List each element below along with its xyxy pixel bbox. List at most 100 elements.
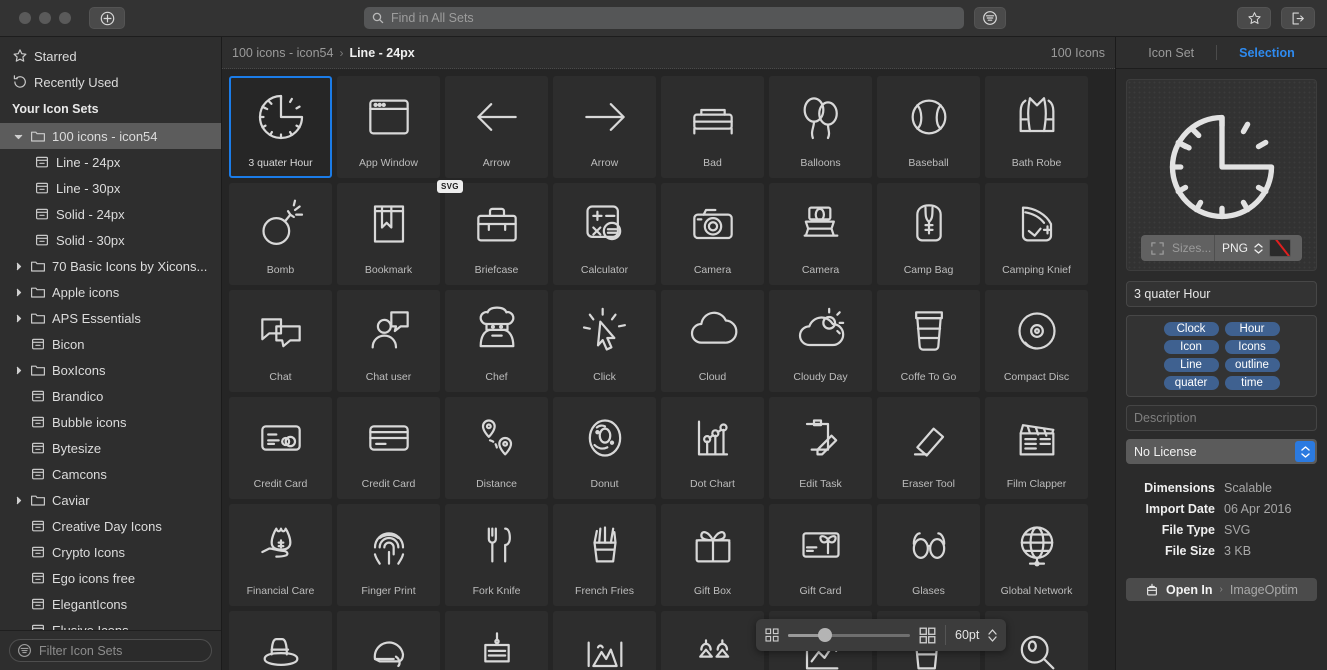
format-select[interactable]: PNG	[1215, 239, 1302, 257]
chevron-down-icon[interactable]	[1300, 452, 1310, 458]
sidebar-item-elusive-icons[interactable]: Elusive Icons	[0, 617, 221, 630]
sizes-button[interactable]: Sizes...	[1141, 241, 1214, 256]
sidebar-item-bytesize[interactable]: Bytesize	[0, 435, 221, 461]
icon-cell[interactable]: Arrow	[553, 76, 656, 178]
icon-cell[interactable]: Camera	[769, 183, 872, 285]
icon-cell[interactable]: Camp Bag	[877, 183, 980, 285]
small-grid-icon[interactable]	[765, 628, 779, 642]
size-stepper[interactable]	[988, 628, 997, 642]
icon-cell[interactable]: Chat user	[337, 290, 440, 392]
icon-cell[interactable]: Credit Card	[337, 397, 440, 499]
sidebar-item-bubble-icons[interactable]: Bubble icons	[0, 409, 221, 435]
sidebar-item-100-icons-icon54[interactable]: 100 icons - icon54	[0, 123, 221, 149]
add-button[interactable]	[89, 7, 125, 29]
tag[interactable]: Hour	[1224, 322, 1280, 336]
tag-list[interactable]: Clock Hour Icon Icons Line outline quater time	[1126, 315, 1317, 397]
icon-cell[interactable]: 3 quater Hour	[229, 76, 332, 178]
sidebar-item-bicon[interactable]: Bicon	[0, 331, 221, 357]
chevron-down-icon[interactable]	[12, 132, 24, 141]
icon-cell[interactable]: Eraser Tool	[877, 397, 980, 499]
icon-cell[interactable]: Film Clapper	[985, 397, 1088, 499]
icon-cell[interactable]: Compact Disc	[985, 290, 1088, 392]
search-input[interactable]: Find in All Sets	[364, 7, 964, 29]
icon-cell[interactable]	[337, 611, 440, 670]
icon-cell[interactable]	[661, 611, 764, 670]
icon-cell[interactable]: App Window	[337, 76, 440, 178]
filter-button[interactable]	[974, 7, 1006, 29]
chevron-right-icon[interactable]	[12, 496, 24, 505]
filter-icon-sets-input[interactable]: Filter Icon Sets	[9, 639, 212, 662]
chevron-right-icon[interactable]	[12, 366, 24, 375]
icon-cell[interactable]: Distance	[445, 397, 548, 499]
icon-size-slider[interactable]	[788, 628, 910, 642]
star-button[interactable]	[1237, 7, 1271, 29]
tag[interactable]: outline	[1224, 358, 1280, 372]
breadcrumb-parent[interactable]: 100 icons - icon54	[232, 46, 333, 60]
icon-cell[interactable]: Finger Print	[337, 504, 440, 606]
chevron-right-icon[interactable]	[12, 288, 24, 297]
icon-cell[interactable]: Gift Card	[769, 504, 872, 606]
open-in-button[interactable]: Open In › ImageOptim	[1126, 578, 1317, 601]
icon-cell[interactable]: Camera	[661, 183, 764, 285]
sidebar-item-camcons[interactable]: Camcons	[0, 461, 221, 487]
sidebar-item-boxicons[interactable]: BoxIcons	[0, 357, 221, 383]
sidebar-item-caviar[interactable]: Caviar	[0, 487, 221, 513]
icon-cell[interactable]: Baseball	[877, 76, 980, 178]
icon-cell[interactable]: SVG Briefcase	[437, 180, 548, 285]
sidebar-list[interactable]: Starred Recently Used Your Icon Sets 100 ic…	[0, 37, 221, 630]
sidebar-item-line-24px[interactable]: Line - 24px	[0, 149, 221, 175]
icon-cell[interactable]: French Fries	[553, 504, 656, 606]
export-button[interactable]	[1281, 7, 1315, 29]
icon-cell[interactable]: Cloudy Day	[769, 290, 872, 392]
size-control-bar[interactable]: 60pt	[756, 619, 1007, 651]
tab-selection[interactable]: Selection	[1217, 46, 1317, 60]
chevron-up-icon[interactable]	[1300, 445, 1310, 451]
license-select[interactable]: No License	[1126, 439, 1317, 464]
icon-cell[interactable]: Chef	[445, 290, 548, 392]
icon-cell[interactable]: Click	[553, 290, 656, 392]
icon-cell[interactable]: Donut	[553, 397, 656, 499]
icon-cell[interactable]: Camping Knief	[985, 183, 1088, 285]
close-button[interactable]	[19, 12, 31, 24]
icon-cell[interactable]: Fork Knife	[445, 504, 548, 606]
tag[interactable]: Clock	[1163, 322, 1219, 336]
zoom-button[interactable]	[59, 12, 71, 24]
sidebar-item-aps-essentials[interactable]: APS Essentials	[0, 305, 221, 331]
icon-cell[interactable]: Bookmark	[337, 183, 440, 285]
icon-name-input[interactable]: 3 quater Hour	[1126, 281, 1317, 307]
color-swatch[interactable]	[1269, 239, 1291, 257]
sidebar-item-crypto-icons[interactable]: Crypto Icons	[0, 539, 221, 565]
chevron-right-icon[interactable]	[12, 262, 24, 271]
chevron-down-icon[interactable]	[988, 635, 997, 642]
icon-cell[interactable]: Bomb	[229, 183, 332, 285]
tab-icon-set[interactable]: Icon Set	[1126, 46, 1216, 60]
icon-cell[interactable]: Arrow	[445, 76, 548, 178]
chevron-up-icon[interactable]	[1254, 242, 1263, 248]
tag[interactable]: quater	[1163, 376, 1219, 390]
icon-cell[interactable]: Cloud	[661, 290, 764, 392]
chevron-up-icon[interactable]	[988, 628, 997, 635]
sidebar-item-70-basic-icons-by-xicons[interactable]: 70 Basic Icons by Xicons...	[0, 253, 221, 279]
icon-cell[interactable]: Bad	[661, 76, 764, 178]
tag[interactable]: Line	[1163, 358, 1219, 372]
icon-cell[interactable]: Coffe To Go	[877, 290, 980, 392]
icon-cell[interactable]: Balloons	[769, 76, 872, 178]
sidebar-item-recently-used[interactable]: Recently Used	[0, 69, 221, 95]
icon-cell[interactable]: Bath Robe	[985, 76, 1088, 178]
sidebar-item-ego-icons-free[interactable]: Ego icons free	[0, 565, 221, 591]
large-grid-icon[interactable]	[919, 627, 936, 644]
tag[interactable]: Icon	[1163, 340, 1219, 354]
chevron-down-icon[interactable]	[1254, 248, 1263, 254]
icon-cell[interactable]	[229, 611, 332, 670]
icon-cell[interactable]: Credit Card	[229, 397, 332, 499]
icon-cell[interactable]	[445, 611, 548, 670]
icon-cell[interactable]: Edit Task	[769, 397, 872, 499]
chevron-right-icon[interactable]	[12, 314, 24, 323]
sidebar-item-line-30px[interactable]: Line - 30px	[0, 175, 221, 201]
icon-cell[interactable]: Financial Care	[229, 504, 332, 606]
format-stepper[interactable]	[1254, 242, 1263, 254]
sidebar-item-solid-30px[interactable]: Solid - 30px	[0, 227, 221, 253]
icon-cell[interactable]: Global Network	[985, 504, 1088, 606]
sidebar-item-brandico[interactable]: Brandico	[0, 383, 221, 409]
tag[interactable]: Icons	[1224, 340, 1280, 354]
